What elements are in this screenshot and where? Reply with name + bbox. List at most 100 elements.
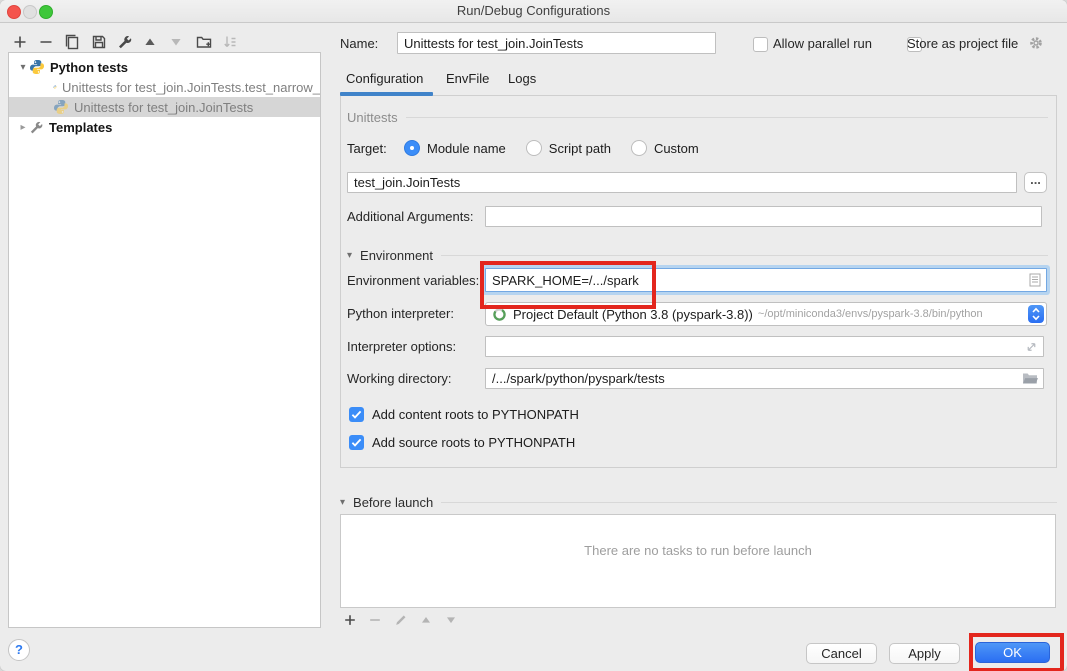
working-directory-label: Working directory: xyxy=(347,371,452,386)
browse-module-button[interactable]: ... xyxy=(1024,172,1047,193)
python-icon xyxy=(53,99,69,115)
conda-env-icon xyxy=(492,307,507,322)
new-folder-icon xyxy=(196,34,212,50)
sort-configurations-button[interactable] xyxy=(221,33,239,51)
section-title: Before launch xyxy=(353,495,433,510)
radio-script-path[interactable] xyxy=(526,140,542,156)
expand-field-icon[interactable] xyxy=(1025,340,1038,353)
tree-item-label: Unittests for test_join.JoinTests.test_n… xyxy=(62,80,320,95)
arrow-down-icon xyxy=(444,613,458,627)
additional-arguments-label: Additional Arguments: xyxy=(347,209,473,224)
sort-alpha-icon xyxy=(222,34,238,50)
edit-templates-button[interactable] xyxy=(116,33,134,51)
environment-variables-field xyxy=(485,268,1047,292)
collapse-icon[interactable]: ▾ xyxy=(347,250,352,261)
configurations-tree: ▾ Python tests Unittests for test_join.J… xyxy=(8,52,321,628)
before-launch-move-up-button[interactable] xyxy=(417,611,435,629)
pencil-icon xyxy=(394,613,408,627)
plus-icon xyxy=(12,34,28,50)
wrench-icon xyxy=(29,120,44,135)
interpreter-options-field xyxy=(485,336,1044,357)
before-launch-section-header[interactable]: ▾ Before launch xyxy=(340,494,1057,510)
browse-variables-icon[interactable] xyxy=(1029,273,1041,287)
before-launch-remove-button[interactable] xyxy=(366,611,384,629)
working-directory-field xyxy=(485,368,1044,389)
section-title: Environment xyxy=(360,248,433,263)
add-content-roots-row: Add content roots to PYTHONPATH xyxy=(349,407,579,422)
interpreter-options-input[interactable] xyxy=(485,336,1044,357)
tree-item-unittests-test-narrow[interactable]: Unittests for test_join.JoinTests.test_n… xyxy=(9,77,320,97)
unittests-group-header: Unittests xyxy=(347,109,1048,125)
interpreter-options-label: Interpreter options: xyxy=(347,339,456,354)
dropdown-stepper-icon[interactable] xyxy=(1028,305,1044,323)
python-icon xyxy=(53,79,57,95)
radio-custom-label: Custom xyxy=(654,141,699,156)
arrow-up-icon xyxy=(419,613,433,627)
collapse-icon[interactable]: ▾ xyxy=(340,497,345,508)
title-bar: Run/Debug Configurations xyxy=(0,0,1067,23)
environment-section-header[interactable]: ▾ Environment xyxy=(347,247,1048,263)
add-source-roots-row: Add source roots to PYTHONPATH xyxy=(349,435,575,450)
new-folder-button[interactable] xyxy=(195,33,213,51)
gear-icon xyxy=(1028,35,1044,51)
check-icon xyxy=(349,435,364,450)
before-launch-move-down-button[interactable] xyxy=(442,611,460,629)
working-directory-input[interactable] xyxy=(485,368,1044,389)
collapse-icon[interactable]: ▾ xyxy=(17,62,29,73)
arrow-down-icon xyxy=(168,34,184,50)
add-source-roots-checkbox[interactable] xyxy=(349,435,364,450)
allow-parallel-run-checkbox[interactable] xyxy=(753,37,768,52)
target-label: Target: xyxy=(347,141,404,156)
tree-item-unittests-jointests-selected[interactable]: Unittests for test_join.JoinTests xyxy=(9,97,320,117)
module-name-input[interactable] xyxy=(347,172,1017,193)
save-configuration-button[interactable] xyxy=(90,33,108,51)
help-button[interactable]: ? xyxy=(8,639,30,661)
tab-envfile[interactable]: EnvFile xyxy=(446,71,489,86)
remove-configuration-button[interactable] xyxy=(37,33,55,51)
divider xyxy=(441,502,1057,503)
add-configuration-button[interactable] xyxy=(11,33,29,51)
tree-item-python-tests[interactable]: ▾ Python tests xyxy=(9,57,320,77)
tab-logs[interactable]: Logs xyxy=(508,71,536,86)
tree-item-templates[interactable]: ▸ Templates xyxy=(9,117,320,137)
before-launch-task-list: There are no tasks to run before launch xyxy=(340,514,1056,608)
tree-item-label: Unittests for test_join.JoinTests xyxy=(74,100,253,115)
python-interpreter-select[interactable]: Project Default (Python 3.8 (pyspark-3.8… xyxy=(485,302,1047,326)
apply-button[interactable]: Apply xyxy=(889,643,960,664)
radio-module-name[interactable] xyxy=(404,140,420,156)
before-launch-add-button[interactable] xyxy=(341,611,359,629)
additional-arguments-input[interactable] xyxy=(485,206,1042,227)
target-row: Target: Module name Script path Custom xyxy=(347,140,699,156)
folder-icon[interactable] xyxy=(1022,372,1038,385)
active-tab-indicator xyxy=(340,92,433,96)
radio-script-path-label: Script path xyxy=(549,141,611,156)
cancel-button[interactable]: Cancel xyxy=(806,643,877,664)
check-icon xyxy=(349,407,364,422)
tab-configuration[interactable]: Configuration xyxy=(346,71,423,86)
move-up-button[interactable] xyxy=(141,33,159,51)
ok-button[interactable]: OK xyxy=(975,642,1050,663)
copy-configuration-button[interactable] xyxy=(63,33,81,51)
store-options-button[interactable] xyxy=(1028,35,1044,51)
save-icon xyxy=(91,34,107,50)
before-launch-edit-button[interactable] xyxy=(392,611,410,629)
environment-variables-label: Environment variables: xyxy=(347,273,479,288)
run-debug-configurations-dialog: Run/Debug Configurations ▾ Python tests xyxy=(0,0,1067,671)
add-content-roots-checkbox[interactable] xyxy=(349,407,364,422)
minus-icon xyxy=(368,613,382,627)
store-as-project-file-label: Store as project file xyxy=(907,36,1018,51)
radio-custom[interactable] xyxy=(631,140,647,156)
name-label: Name: xyxy=(340,36,378,51)
radio-module-name-label: Module name xyxy=(427,141,506,156)
move-down-button[interactable] xyxy=(167,33,185,51)
configuration-panel: Unittests Target: Module name Script pat… xyxy=(340,95,1057,468)
name-input[interactable] xyxy=(397,32,716,54)
environment-variables-input[interactable] xyxy=(485,268,1047,292)
add-source-roots-label: Add source roots to PYTHONPATH xyxy=(372,435,575,450)
copy-icon xyxy=(64,34,80,50)
add-content-roots-label: Add content roots to PYTHONPATH xyxy=(372,407,579,422)
divider xyxy=(406,117,1048,118)
divider xyxy=(441,255,1048,256)
arrow-up-icon xyxy=(142,34,158,50)
expand-icon[interactable]: ▸ xyxy=(17,122,29,133)
